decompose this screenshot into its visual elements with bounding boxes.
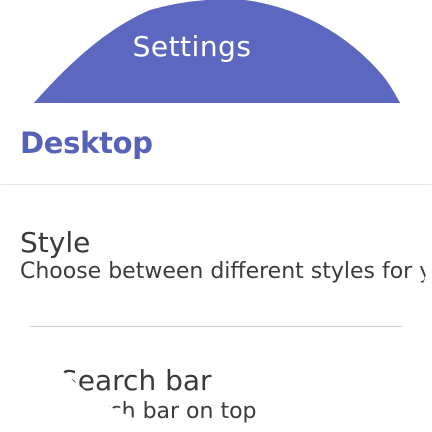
pref-search-bar-title: Search bar	[60, 364, 212, 397]
pref-search-bar-summary: Search bar on top	[60, 399, 257, 424]
pref-style[interactable]: Style Choose between different styles fo…	[20, 226, 432, 284]
settings-screen: Settings Desktop Style Choose between di…	[0, 0, 432, 432]
pref-style-summary: Choose between different styles for y	[20, 259, 432, 284]
pref-divider	[30, 326, 402, 327]
page-title: Settings	[132, 30, 252, 63]
pref-search-bar[interactable]: Search bar Search bar on top	[60, 364, 257, 424]
category-desktop: Desktop	[20, 126, 153, 160]
pref-style-title: Style	[20, 226, 91, 259]
category-divider	[0, 184, 432, 185]
settings-header: Settings	[0, 0, 432, 103]
